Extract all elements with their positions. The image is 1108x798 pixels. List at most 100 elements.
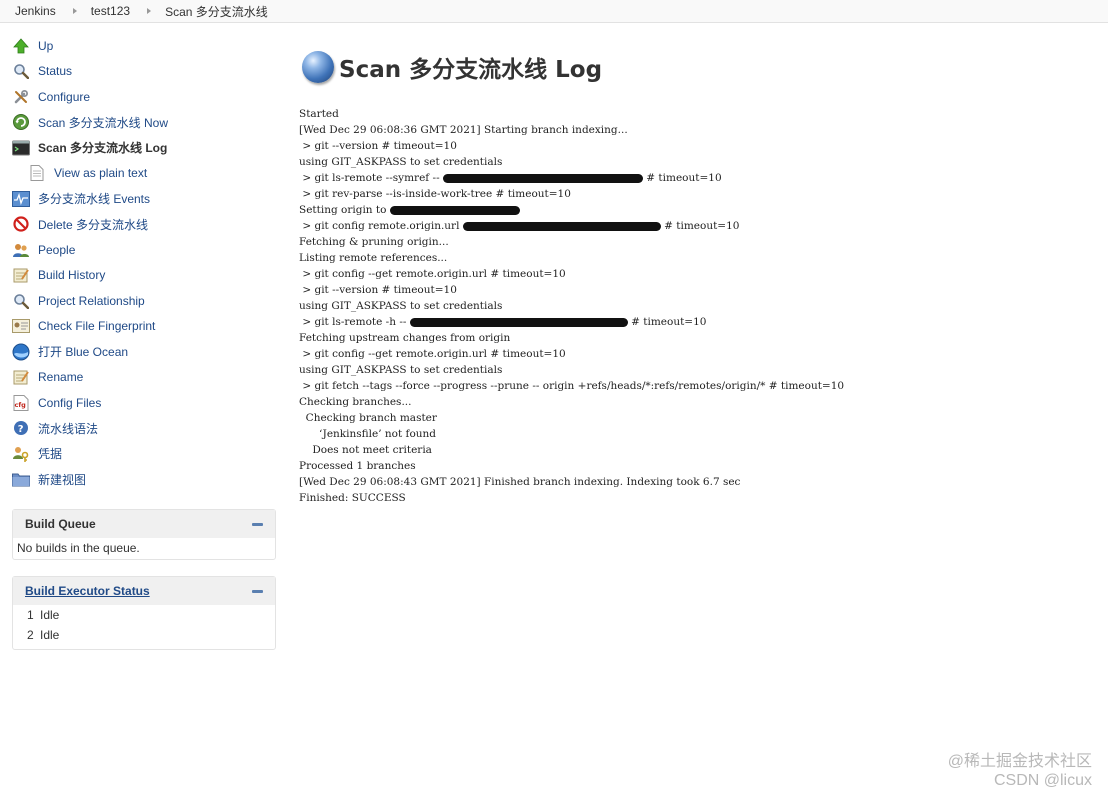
sidebar-item-label[interactable]: 凭据 xyxy=(38,445,62,462)
wrench-icon[interactable] xyxy=(12,88,30,106)
console-line: [Wed Dec 29 06:08:43 GMT 2021] Finished … xyxy=(299,474,1108,490)
sidebar-item-label[interactable]: Config Files xyxy=(38,396,101,410)
blue-ocean-icon[interactable] xyxy=(12,343,30,361)
executor-status-link[interactable]: Build Executor Status xyxy=(25,584,150,598)
sidebar-item-17[interactable]: 新建视图 xyxy=(12,467,277,493)
sidebar-item-up[interactable]: Up xyxy=(12,33,277,59)
credentials-icon[interactable] xyxy=(12,445,30,463)
console-line-tail: # timeout=10 xyxy=(627,316,707,328)
sidebar-item-label[interactable]: 多分支流水线 Events xyxy=(38,190,150,207)
magnifier-icon[interactable] xyxy=(12,292,30,310)
no-entry-icon[interactable] xyxy=(12,215,30,233)
sidebar-item-label[interactable]: Project Relationship xyxy=(38,294,145,308)
sidebar-item-check-file-fingerprint[interactable]: Check File Fingerprint xyxy=(12,314,277,340)
build-queue-empty-text: No builds in the queue. xyxy=(17,541,140,555)
fingerprint-card-icon[interactable] xyxy=(12,317,30,335)
executor-status: Idle xyxy=(40,608,60,622)
people-icon[interactable] xyxy=(12,241,30,259)
notepad-icon[interactable] xyxy=(12,368,30,386)
events-icon[interactable] xyxy=(12,190,30,208)
executor-body: 1 Idle 2 Idle xyxy=(13,605,275,649)
console-line: > git config --get remote.origin.url # t… xyxy=(299,346,1108,362)
sidebar-item-label[interactable]: 新建视图 xyxy=(38,471,86,488)
executor-number: 2 xyxy=(27,628,34,642)
console-line: using GIT_ASKPASS to set credentials xyxy=(299,298,1108,314)
sidebar-item-config-files[interactable]: cfg Config Files xyxy=(12,390,277,416)
sidebar-item-label[interactable]: Check File Fingerprint xyxy=(38,319,155,333)
collapse-icon[interactable] xyxy=(252,522,263,526)
console-line: Setting origin to xyxy=(299,202,1108,218)
help-icon[interactable]: ? xyxy=(12,419,30,437)
sidebar-item-label[interactable]: View as plain text xyxy=(54,166,147,180)
console-line: Processed 1 branches xyxy=(299,458,1108,474)
breadcrumb-jenkins[interactable]: Jenkins xyxy=(15,4,56,18)
sidebar-item-build-history[interactable]: Build History xyxy=(12,263,277,289)
sidebar-item-people[interactable]: People xyxy=(12,237,277,263)
console-line: Checking branches... xyxy=(299,394,1108,410)
console-line-text: Checking branches... xyxy=(299,396,412,408)
breadcrumb-project[interactable]: test123 xyxy=(91,4,130,18)
console-line: [Wed Dec 29 06:08:36 GMT 2021] Starting … xyxy=(299,122,1108,138)
console-line: > git ls-remote -h -- # timeout=10 xyxy=(299,314,1108,330)
sidebar-item-label[interactable]: Status xyxy=(38,64,72,78)
sidebar-item-label[interactable]: Up xyxy=(38,39,53,53)
refresh-icon[interactable] xyxy=(12,113,30,131)
console-line: Does not meet criteria xyxy=(299,442,1108,458)
console-line-text: Fetching & pruning origin... xyxy=(299,236,449,248)
console-line-text: > git fetch --tags --force --progress --… xyxy=(299,380,845,392)
console-line-text: > git rev-parse --is-inside-work-tree # … xyxy=(299,188,571,200)
watermark: @稀土掘金技术社区 CSDN @licux xyxy=(948,752,1092,790)
collapse-icon[interactable] xyxy=(252,589,263,593)
notepad-icon[interactable] xyxy=(12,266,30,284)
sidebar-item-configure[interactable]: Configure xyxy=(12,84,277,110)
console-output: Started [Wed Dec 29 06:08:36 GMT 2021] St… xyxy=(299,106,1108,506)
console-line-text: Fetching upstream changes from origin xyxy=(299,332,511,344)
sidebar-item-label[interactable]: Configure xyxy=(38,90,90,104)
console-line-text: > git --version # timeout=10 xyxy=(299,284,457,296)
sidebar-item-label[interactable]: People xyxy=(38,243,75,257)
sidebar-item-project-relationship[interactable]: Project Relationship xyxy=(12,288,277,314)
console-line: Listing remote references... xyxy=(299,250,1108,266)
console-line: > git config remote.origin.url # timeout… xyxy=(299,218,1108,234)
sidebar-item-label[interactable]: Build History xyxy=(38,268,105,282)
sidebar-item-rename[interactable]: Rename xyxy=(12,365,277,391)
sidebar-item-15[interactable]: ? 流水线语法 xyxy=(12,416,277,442)
folder-icon[interactable] xyxy=(12,470,30,488)
breadcrumb-separator-icon[interactable] xyxy=(147,8,152,14)
sidebar-item-events[interactable]: 多分支流水线 Events xyxy=(12,186,277,212)
redaction-mark xyxy=(442,173,643,183)
breadcrumb-current[interactable]: Scan 多分支流水线 xyxy=(165,3,268,20)
console-line-text: Listing remote references... xyxy=(299,252,448,264)
console-line: > git --version # timeout=10 xyxy=(299,138,1108,154)
page-header: Scan 多分支流水线 Log xyxy=(302,50,1108,84)
sidebar-item-status[interactable]: Status xyxy=(12,59,277,85)
page-title: Scan 多分支流水线 Log xyxy=(339,57,603,83)
console-line-text: Finished: SUCCESS xyxy=(299,492,406,504)
up-arrow-icon[interactable] xyxy=(12,37,30,55)
breadcrumb-separator-icon[interactable] xyxy=(72,8,77,14)
redaction-mark xyxy=(389,205,520,215)
console-line: ‘Jenkinsfile’ not found xyxy=(299,426,1108,442)
sidebar-item-delete[interactable]: Delete 多分支流水线 xyxy=(12,212,277,238)
build-queue-pane: Build Queue No builds in the queue. xyxy=(12,509,276,560)
console-line-text: Started xyxy=(299,108,339,120)
sidebar-item-label[interactable]: 流水线语法 xyxy=(38,420,98,437)
sidebar-item-blue-ocean[interactable]: 打开 Blue Ocean xyxy=(12,339,277,365)
console-line-text: Setting origin to xyxy=(299,204,390,216)
sidebar-item-16[interactable]: 凭据 xyxy=(12,441,277,467)
terminal-icon[interactable] xyxy=(12,139,30,157)
magnifier-icon[interactable] xyxy=(12,62,30,80)
console-line: Started xyxy=(299,106,1108,122)
sidebar-item-scan-now[interactable]: Scan 多分支流水线 Now xyxy=(12,110,277,136)
sidebar-item-label[interactable]: Rename xyxy=(38,370,83,384)
sidebar-item-label[interactable]: 打开 Blue Ocean xyxy=(38,343,128,360)
document-icon[interactable] xyxy=(28,164,46,182)
sidebar-item-label[interactable]: Scan 多分支流水线 Now xyxy=(38,114,168,131)
console-line: using GIT_ASKPASS to set credentials xyxy=(299,362,1108,378)
cfg-file-icon[interactable]: cfg xyxy=(12,394,30,412)
sidebar-item-label[interactable]: Delete 多分支流水线 xyxy=(38,216,148,233)
console-line-tail: # timeout=10 xyxy=(660,220,740,232)
sidebar-item-label[interactable]: Scan 多分支流水线 Log xyxy=(38,139,167,156)
sidebar-item-scan-log[interactable]: Scan 多分支流水线 Log xyxy=(12,135,277,161)
sidebar-item-view-as-plain-text[interactable]: View as plain text xyxy=(12,161,277,187)
